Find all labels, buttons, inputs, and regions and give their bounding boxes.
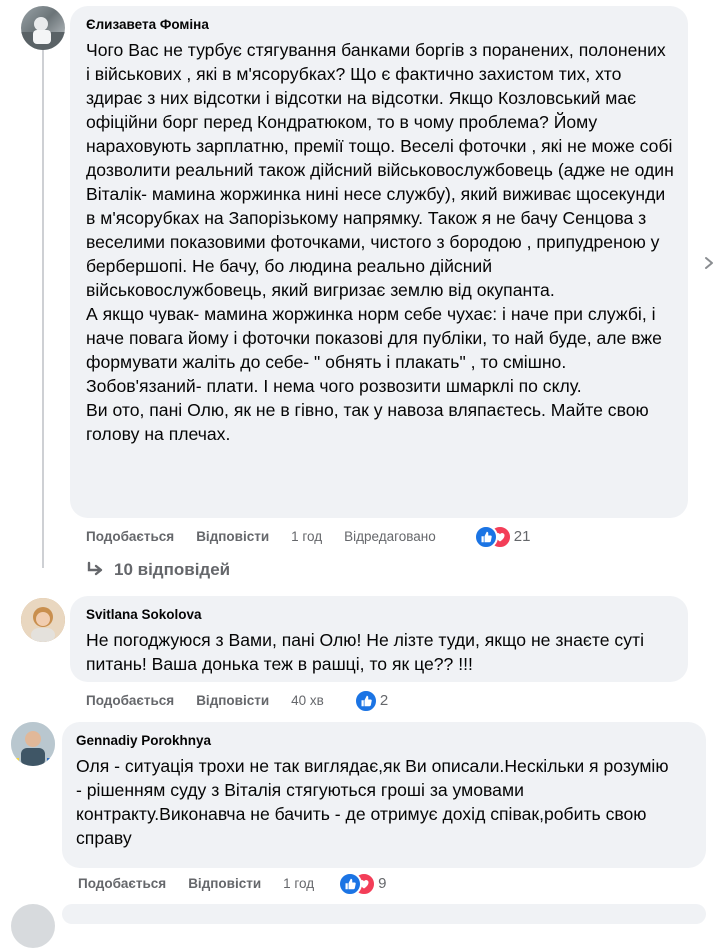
comment-text: Не погоджуюся з Вами, пані Олю! Не лізте… [86,628,674,676]
reply-button[interactable]: Відповісти [196,693,269,708]
like-button[interactable]: Подобається [86,529,174,544]
reactions-summary[interactable]: 2 [353,689,389,713]
reply-button[interactable]: Відповісти [196,529,269,544]
reactions-summary[interactable]: 9 [338,872,387,896]
comment-bubble: Gennadiy Porokhnya Оля - ситуація трохи … [62,722,706,868]
thread-line [42,48,44,568]
reaction-count: 21 [513,527,531,545]
comment-paragraph: Не погоджуюся з Вами, пані Олю! Не лізте… [86,630,644,674]
avatar[interactable] [11,722,55,766]
reaction-count: 2 [379,691,389,709]
like-button[interactable]: Подобається [86,693,174,708]
comment-paragraph: Ви ото, пані Олю, як не в гівно, так у н… [86,400,649,444]
like-button[interactable]: Подобається [78,876,166,891]
like-reaction-icon [473,525,498,549]
comment-timestamp[interactable]: 40 хв [291,693,324,708]
reaction-count: 9 [378,874,387,892]
comment-paragraph: А якщо чувак- мамина жоржинка норм себе … [86,304,662,396]
comment-author[interactable]: Gennadiy Porokhnya [76,732,692,749]
like-reaction-icon [353,689,378,713]
comment-author[interactable]: Єлизавета Фоміна [86,16,674,33]
replies-count-label: 10 відповідей [114,560,231,579]
reply-button[interactable]: Відповісти [188,876,261,891]
comment-text: Чого Вас не турбує стягування банками бо… [86,38,674,446]
comment-timestamp[interactable]: 1 год [283,876,314,891]
like-reaction-icon [338,872,363,896]
avatar[interactable] [21,6,65,50]
avatar[interactable] [11,904,55,948]
comment-paragraph: Оля - ситуація трохи не так виглядає,як … [76,756,669,848]
comment-bubble: Svitlana Sokolova Не погоджуюся з Вами, … [70,596,688,682]
comment-actions: Подобається Відповісти 1 год Відредагова… [86,525,531,549]
comment-author[interactable]: Svitlana Sokolova [86,606,674,623]
comment-bubble [62,904,706,924]
reactions-summary[interactable]: 21 [473,525,531,549]
avatar[interactable] [21,598,65,642]
comment-text: Оля - ситуація трохи не так виглядає,як … [76,754,676,850]
view-replies-button[interactable]: 10 відповідей [86,560,230,580]
comment-paragraph: Чого Вас не турбує стягування банками бо… [86,40,674,300]
comment-actions: Подобається Відповісти 1 год 9 [78,872,387,896]
comment-actions: Подобається Відповісти 40 хв 2 [86,689,389,713]
edited-label[interactable]: Відредаговано [344,529,436,544]
comment-timestamp[interactable]: 1 год [291,529,322,544]
comment-bubble: Єлизавета Фоміна Чого Вас не турбує стяг… [70,6,688,518]
chevron-right-icon[interactable] [703,256,715,270]
reply-arrow-icon [87,561,103,576]
